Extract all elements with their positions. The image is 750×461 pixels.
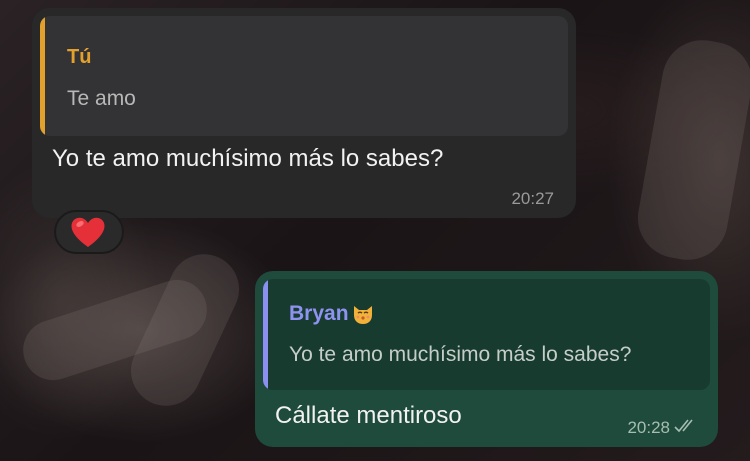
background-blur-shape <box>631 33 750 267</box>
reply-accent-bar <box>263 279 268 390</box>
incoming-message-bubble[interactable]: Tú Te amo Yo te amo muchísimo más lo sab… <box>32 8 576 218</box>
message-text: Yo te amo muchísimo más lo sabes? <box>52 145 444 172</box>
message-time: 20:27 <box>511 189 554 208</box>
reply-quote-text: Te amo <box>67 87 136 110</box>
message-text: Cállate mentiroso <box>275 402 462 429</box>
kissing-cat-icon <box>353 306 372 324</box>
red-heart-icon <box>71 217 105 247</box>
double-check-icon <box>674 419 693 433</box>
message-time: 20:28 <box>627 418 670 437</box>
reply-quote[interactable]: Tú Te amo <box>40 16 568 136</box>
outgoing-message-bubble[interactable]: Bryan Yo te amo muchísimo más lo sabes? … <box>255 271 718 447</box>
reaction-badge[interactable] <box>54 210 124 254</box>
reply-author: Tú <box>67 46 92 68</box>
reply-accent-bar <box>40 16 45 136</box>
reply-quote-text: Yo te amo muchísimo más lo sabes? <box>289 343 632 366</box>
reply-author-row: Bryan <box>289 302 375 326</box>
reply-quote[interactable]: Bryan Yo te amo muchísimo más lo sabes? <box>263 279 710 390</box>
reply-author: Bryan <box>289 302 349 325</box>
